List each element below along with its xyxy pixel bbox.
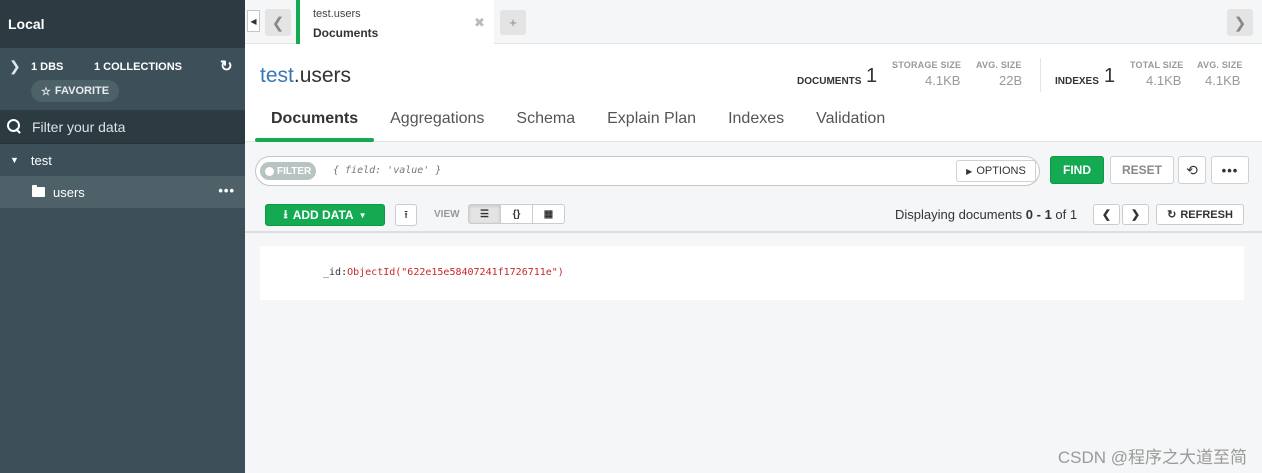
displaying-range: 0 - 1 bbox=[1025, 207, 1052, 222]
collections-count: 1 COLLECTIONS bbox=[94, 61, 183, 73]
dbs-count: 1 DBS bbox=[31, 61, 64, 73]
options-button[interactable]: ▶ OPTIONS bbox=[956, 160, 1036, 182]
filter-placeholder: { field: 'value' } bbox=[333, 165, 442, 176]
table-view-icon[interactable]: ▦ bbox=[532, 204, 565, 224]
collection-name: users bbox=[53, 184, 85, 200]
total-size-value: 4.1KB bbox=[1146, 73, 1182, 88]
displaying-prefix: Displaying documents bbox=[895, 207, 1026, 222]
field-value: ObjectId("622e15e58407241f1726711e") bbox=[347, 267, 564, 278]
tab-scroll-left-button[interactable]: ❮ bbox=[265, 9, 291, 36]
collection-header: test.users DOCUMENTS 1 STORAGE SIZE 4.1K… bbox=[245, 44, 1262, 142]
storage-size-value: 4.1KB bbox=[925, 73, 961, 88]
reset-button[interactable]: RESET bbox=[1110, 156, 1174, 184]
view-switcher: ☰ {} ▦ bbox=[468, 204, 565, 224]
next-page-button[interactable]: ❯ bbox=[1122, 204, 1149, 225]
caret-right-icon: ▶ bbox=[966, 166, 973, 176]
index-avg-size-value: 4.1KB bbox=[1205, 73, 1241, 88]
list-view-icon[interactable]: ☰ bbox=[468, 204, 501, 224]
namespace-db[interactable]: test bbox=[260, 64, 294, 87]
tab-test-users[interactable]: test.users Documents ✖ bbox=[296, 0, 494, 44]
refresh-icon: ↻ bbox=[1167, 209, 1177, 221]
add-data-label: ADD DATA bbox=[292, 208, 354, 222]
sidebar-item-users[interactable]: users ••• bbox=[0, 176, 245, 208]
tab-documents[interactable]: Documents bbox=[255, 108, 375, 142]
tab-label: Documents bbox=[313, 26, 379, 40]
total-size-label: TOTAL SIZE bbox=[1130, 60, 1184, 70]
export-icon[interactable]: ⭱ bbox=[395, 204, 417, 226]
refresh-label: REFRESH bbox=[1180, 208, 1233, 221]
avg-size-value: 22B bbox=[999, 73, 1023, 88]
index-avg-size-label: AVG. SIZE bbox=[1197, 60, 1243, 70]
prev-page-button[interactable]: ❮ bbox=[1093, 204, 1120, 225]
displaying-of: of bbox=[1051, 207, 1070, 222]
close-icon[interactable]: ✖ bbox=[474, 15, 485, 31]
download-icon: ⭳ bbox=[283, 206, 288, 221]
sidebar: Local ❯ 1 DBS 1 COLLECTIONS ↻ ☆ FAVORITE… bbox=[0, 0, 245, 473]
storage-size-label: STORAGE SIZE bbox=[892, 60, 962, 70]
tab-schema[interactable]: Schema bbox=[500, 108, 591, 142]
document-card[interactable]: _id:ObjectId("622e15e58407241f1726711e") bbox=[260, 246, 1244, 300]
sidebar-filter-input[interactable]: Filter your data bbox=[0, 111, 245, 144]
favorite-button[interactable]: ☆ FAVORITE bbox=[31, 80, 120, 102]
add-data-button[interactable]: ⭳ ADD DATA ▼ bbox=[265, 204, 385, 226]
document-field: _id:ObjectId("622e15e58407241f1726711e") bbox=[323, 267, 564, 278]
namespace-collection: .users bbox=[293, 64, 352, 87]
query-bar: FILTER { field: 'value' } ▶ OPTIONS FIND … bbox=[245, 143, 1262, 198]
refresh-button[interactable]: ↻ REFRESH bbox=[1156, 204, 1244, 225]
info-icon bbox=[265, 166, 274, 176]
tab-explain-plan[interactable]: Explain Plan bbox=[591, 108, 712, 142]
sidebar-stats: ❯ 1 DBS 1 COLLECTIONS ↻ ☆ FAVORITE bbox=[0, 48, 245, 111]
database-name: test bbox=[30, 152, 52, 168]
documents-toolbar: ⭳ ADD DATA ▼ ⭱ VIEW ☰ {} ▦ Displaying do… bbox=[245, 198, 1262, 233]
folder-icon bbox=[32, 185, 45, 197]
filter-placeholder: Filter your data bbox=[32, 119, 126, 135]
filter-label: FILTER bbox=[277, 165, 312, 177]
view-label: VIEW bbox=[434, 209, 460, 220]
watermark: CSDN @程序之大道至简 bbox=[1057, 448, 1247, 467]
avg-size-label: AVG. SIZE bbox=[976, 60, 1022, 70]
tab-namespace: test.users bbox=[313, 8, 361, 20]
find-button[interactable]: FIND bbox=[1050, 156, 1104, 184]
filter-pill: FILTER bbox=[260, 162, 317, 180]
history-icon[interactable]: ⟲ bbox=[1178, 156, 1206, 184]
field-key: _id bbox=[323, 267, 342, 278]
star-icon: ☆ bbox=[41, 85, 51, 98]
tab-bar: ◀ ❮ test.users Documents ✖ + ❯ bbox=[245, 0, 1262, 44]
sidebar-title: Local bbox=[0, 0, 245, 48]
displaying-total: 1 bbox=[1069, 207, 1078, 222]
compass-window: Local ❯ 1 DBS 1 COLLECTIONS ↻ ☆ FAVORITE… bbox=[0, 0, 1262, 473]
options-label: OPTIONS bbox=[976, 165, 1026, 177]
filter-input[interactable]: FILTER { field: 'value' } ▶ OPTIONS bbox=[255, 156, 1040, 186]
documents-stat-label: DOCUMENTS bbox=[797, 76, 862, 87]
add-tab-button[interactable]: + bbox=[500, 10, 526, 35]
tab-scroll-right-button[interactable]: ❯ bbox=[1227, 9, 1253, 36]
collection-namespace: test.users bbox=[260, 64, 351, 88]
caret-down-icon: ▼ bbox=[358, 210, 367, 220]
favorite-label: FAVORITE bbox=[54, 85, 110, 97]
pagination-summary: Displaying documents 0 - 1 of 1 bbox=[895, 207, 1077, 222]
collection-subtabs: Documents Aggregations Schema Explain Pl… bbox=[255, 108, 901, 142]
indexes-stat-value: 1 bbox=[1104, 65, 1116, 87]
json-view-icon[interactable]: {} bbox=[500, 204, 533, 224]
tab-indexes[interactable]: Indexes bbox=[712, 108, 800, 142]
chevron-right-icon[interactable]: ❯ bbox=[9, 58, 21, 75]
search-icon bbox=[7, 119, 23, 135]
main-panel: ◀ ❮ test.users Documents ✖ + ❯ test.user… bbox=[245, 0, 1262, 473]
caret-down-icon[interactable]: ▼ bbox=[10, 155, 19, 165]
tab-aggregations[interactable]: Aggregations bbox=[374, 108, 500, 142]
refresh-icon[interactable]: ↻ bbox=[220, 57, 233, 75]
documents-stat-value: 1 bbox=[866, 65, 878, 87]
stats-divider bbox=[1040, 58, 1041, 92]
collapse-sidebar-button[interactable]: ◀ bbox=[247, 10, 260, 32]
more-options-button[interactable]: ••• bbox=[1211, 156, 1249, 184]
tab-validation[interactable]: Validation bbox=[800, 108, 901, 142]
indexes-stat-label: INDEXES bbox=[1055, 76, 1099, 87]
more-options-icon[interactable]: ••• bbox=[218, 183, 235, 198]
sidebar-item-test[interactable]: ▼ test bbox=[0, 144, 245, 176]
